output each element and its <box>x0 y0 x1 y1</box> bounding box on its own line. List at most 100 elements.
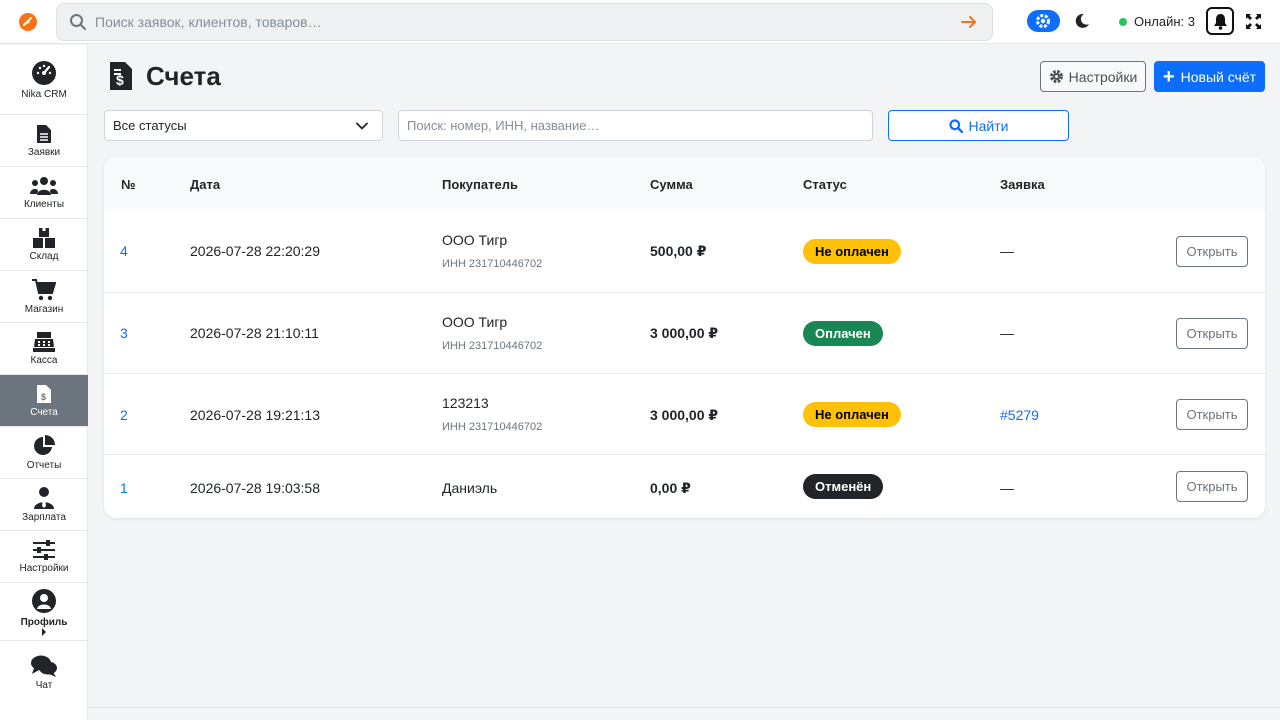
online-count: Онлайн: 3 <box>1134 14 1196 29</box>
sidebar-item-shop[interactable]: Магазин <box>0 271 88 323</box>
find-button-label: Найти <box>968 117 1009 134</box>
invoice-date: 2026-07-28 22:20:29 <box>190 243 320 259</box>
new-invoice-label: Новый счёт <box>1180 68 1257 85</box>
status-filter-value: Все статусы <box>113 118 187 133</box>
chevron-down-icon <box>356 122 368 130</box>
invoice-number-link[interactable]: 4 <box>120 243 128 259</box>
invoice-amount: 0,00 ₽ <box>650 480 691 496</box>
invoice-number-link[interactable]: 3 <box>120 325 128 341</box>
invoice-search-input[interactable] <box>398 110 873 141</box>
request-ref: — <box>1000 243 1014 259</box>
table-row: 4 2026-07-28 22:20:29 ООО Тигр ИНН 23171… <box>104 211 1265 292</box>
top-bar: Онлайн: 3 <box>0 0 1280 44</box>
page-title: Счета <box>146 60 221 91</box>
footer-divider <box>88 707 1280 708</box>
sidebar-item-home[interactable]: Nika CRM <box>0 45 88 115</box>
file-icon <box>37 124 51 143</box>
arrow-right-icon[interactable] <box>960 13 978 31</box>
svg-text:$: $ <box>41 392 46 402</box>
gear-icon <box>1049 70 1063 83</box>
settings-button-label: Настройки <box>1068 68 1138 85</box>
sidebar-item-clients[interactable]: Клиенты <box>0 167 88 219</box>
gauge-icon <box>32 60 56 85</box>
sliders-icon <box>33 539 55 560</box>
buyer-name: ООО Тигр <box>442 314 508 330</box>
invoice-date: 2026-07-28 19:21:13 <box>190 407 320 423</box>
online-dot-icon <box>1119 17 1127 26</box>
buyer-inn: ИНН 231710446702 <box>442 258 543 270</box>
sidebar-item-reports[interactable]: Отчеты <box>0 427 88 479</box>
sidebar-item-cashbox[interactable]: Касса <box>0 323 88 375</box>
online-indicator: Онлайн: 3 <box>1119 14 1195 29</box>
sidebar-item-label: Клиенты <box>23 198 65 210</box>
app-logo-icon[interactable] <box>18 12 38 32</box>
search-icon <box>70 14 86 30</box>
new-invoice-button[interactable]: + Новый счёт <box>1154 61 1265 92</box>
user-circle-icon <box>32 588 56 613</box>
sidebar-item-settings[interactable]: Настройки <box>0 531 88 583</box>
sidebar-item-label: Профиль <box>20 616 68 628</box>
request-link[interactable]: #5279 <box>1000 407 1039 423</box>
global-search-input[interactable] <box>95 10 955 34</box>
invoices-table: № Дата Покупатель Сумма Статус Заявка 4 … <box>104 157 1265 518</box>
column-header-request: Заявка <box>1000 177 1045 192</box>
global-search <box>56 3 993 41</box>
cart-icon <box>32 278 56 300</box>
sidebar-item-invoices[interactable]: $ Счета <box>0 375 88 427</box>
invoice-number-link[interactable]: 1 <box>120 480 128 496</box>
pie-chart-icon <box>34 434 55 455</box>
sidebar-item-requests[interactable]: Заявки <box>0 115 88 167</box>
table-row: 3 2026-07-28 21:10:11 ООО Тигр ИНН 23171… <box>104 292 1265 373</box>
sidebar-item-label: Отчеты <box>26 459 62 471</box>
sidebar-item-chat[interactable]: Чат <box>0 641 88 705</box>
sidebar-item-label: Счета <box>30 406 58 418</box>
table-row: 1 2026-07-28 19:03:58 Даниэль 0,00 ₽ Отм… <box>104 454 1265 518</box>
user-tie-icon <box>34 486 54 509</box>
caret-right-icon <box>42 627 46 636</box>
boxes-icon <box>33 227 55 248</box>
open-button[interactable]: Открыть <box>1176 318 1248 349</box>
status-filter-select[interactable]: Все статусы <box>104 110 383 141</box>
open-button[interactable]: Открыть <box>1176 471 1248 502</box>
status-badge: Не оплачен <box>803 239 901 264</box>
page-header: $ Счета <box>108 60 221 92</box>
open-button[interactable]: Открыть <box>1176 236 1248 267</box>
notifications-button[interactable] <box>1206 7 1234 35</box>
column-header-amount: Сумма <box>650 177 693 192</box>
invoice-date: 2026-07-28 19:03:58 <box>190 480 320 496</box>
sidebar-item-label: Зарплата <box>22 511 66 523</box>
invoice-number-link[interactable]: 2 <box>120 407 128 423</box>
comments-icon <box>31 655 57 677</box>
fullscreen-icon[interactable] <box>1245 13 1262 30</box>
status-badge: Не оплачен <box>803 402 901 427</box>
settings-toggle[interactable] <box>1027 10 1060 32</box>
invoice-amount: 3 000,00 ₽ <box>650 325 719 341</box>
buyer-inn: ИНН 231710446702 <box>442 340 543 352</box>
search-icon <box>948 118 963 133</box>
buyer-name: ООО Тигр <box>442 232 508 248</box>
sidebar-item-label: Магазин <box>24 303 64 315</box>
sidebar-item-salary[interactable]: Зарплата <box>0 479 88 531</box>
open-button[interactable]: Открыть <box>1176 399 1248 430</box>
cash-register-icon <box>33 331 55 352</box>
sidebar-item-label: Настройки <box>19 562 69 574</box>
invoice-amount: 3 000,00 ₽ <box>650 407 719 423</box>
plus-icon: + <box>1162 65 1175 88</box>
status-badge: Отменён <box>803 474 884 499</box>
request-ref: — <box>1000 480 1014 496</box>
settings-button[interactable]: Настройки <box>1040 61 1146 92</box>
sidebar-item-label: Касса <box>30 354 58 366</box>
table-row: 2 2026-07-28 19:21:13 123213 ИНН 2317104… <box>104 373 1265 454</box>
buyer-inn: ИНН 231710446702 <box>442 421 543 433</box>
moon-icon[interactable] <box>1073 12 1091 30</box>
sidebar-item-label: Чат <box>35 680 53 691</box>
find-button[interactable]: Найти <box>888 110 1069 141</box>
sidebar-item-label: Склад <box>29 250 59 262</box>
sidebar-item-profile[interactable]: Профиль <box>0 583 88 641</box>
invoice-icon: $ <box>37 384 51 403</box>
invoice-icon: $ <box>110 62 132 90</box>
column-header-buyer: Покупатель <box>442 177 518 192</box>
sidebar: Nika CRM Заявки Клиенты Склад Магазин Ка… <box>0 45 88 720</box>
users-icon <box>30 176 58 195</box>
sidebar-item-warehouse[interactable]: Склад <box>0 219 88 271</box>
